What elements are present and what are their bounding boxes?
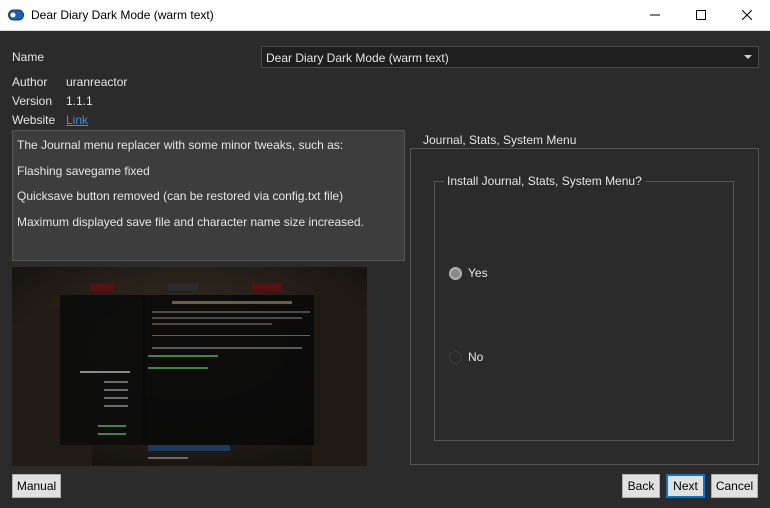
window-title: Dear Diary Dark Mode (warm text) (31, 8, 214, 22)
description-box: The Journal menu replacer with some mino… (12, 130, 405, 261)
maximize-button[interactable] (678, 0, 724, 30)
name-label: Name (12, 50, 45, 64)
preview-graphic (12, 267, 367, 466)
minimize-icon (650, 14, 660, 16)
app-icon (8, 9, 24, 21)
description-line: Quicksave button removed (can be restore… (17, 189, 344, 203)
author-label: Author (12, 75, 48, 89)
description-line: Flashing savegame fixed (17, 164, 150, 178)
radio-unselected-icon (449, 350, 462, 364)
manual-button[interactable]: Manual (12, 474, 61, 498)
group-title: Journal, Stats, System Menu (420, 133, 580, 147)
minimize-button[interactable] (632, 0, 678, 30)
chevron-down-icon (744, 55, 752, 59)
title-bar: Dear Diary Dark Mode (warm text) (0, 0, 770, 31)
preview-image (12, 267, 367, 466)
name-select-value: Dear Diary Dark Mode (warm text) (266, 51, 449, 65)
no-radio[interactable]: No (449, 350, 483, 364)
version-label: Version (12, 94, 53, 108)
yes-radio-label: Yes (468, 266, 488, 280)
next-button[interactable]: Next (666, 474, 705, 498)
install-option-box (434, 181, 734, 441)
author-value: uranreactor (66, 75, 128, 89)
version-value: 1.1.1 (66, 94, 93, 108)
description-line: The Journal menu replacer with some mino… (17, 138, 344, 152)
name-select[interactable]: Dear Diary Dark Mode (warm text) (261, 46, 759, 68)
cancel-button[interactable]: Cancel (711, 474, 758, 498)
radio-selected-icon (449, 266, 462, 280)
maximize-icon (696, 10, 706, 20)
close-button[interactable] (724, 0, 770, 30)
yes-radio[interactable]: Yes (449, 266, 488, 280)
install-question: Install Journal, Stats, System Menu? (444, 174, 645, 188)
back-button[interactable]: Back (622, 474, 660, 498)
description-line: Maximum displayed save file and characte… (17, 215, 364, 229)
close-icon (742, 10, 752, 20)
website-label: Website (12, 113, 56, 127)
website-link[interactable]: Link (66, 113, 88, 127)
no-radio-label: No (468, 350, 484, 364)
